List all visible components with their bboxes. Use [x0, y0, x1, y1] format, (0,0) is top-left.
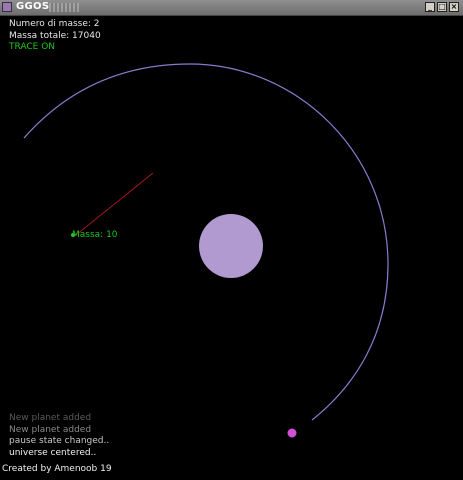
- orbiting-body[interactable]: [287, 428, 297, 438]
- planet-mass-label: Massa: 10: [72, 230, 118, 240]
- mass-count: Numero di masse: 2: [9, 19, 100, 29]
- credits: Created by Amenoob 19: [2, 464, 112, 474]
- minimize-button[interactable]: _: [425, 2, 435, 12]
- event-log: New planet added New planet added pause …: [9, 413, 109, 459]
- app-icon[interactable]: [2, 2, 12, 12]
- velocity-vector: [75, 172, 154, 236]
- simulation-canvas[interactable]: Numero di masse: 2 Massa totale: 17040 T…: [0, 16, 463, 480]
- total-mass: Massa totale: 17040: [9, 31, 101, 41]
- title-bar[interactable]: GGOS _ □ ×: [0, 0, 463, 16]
- log-entry: pause state changed..: [9, 436, 110, 446]
- central-mass[interactable]: [199, 214, 263, 278]
- log-entry: New planet added: [9, 424, 92, 435]
- log-entry: New planet added: [9, 413, 92, 423]
- window-title: GGOS: [16, 1, 50, 12]
- title-decoration: [49, 3, 79, 12]
- scene-svg: [23, 63, 389, 438]
- log-entry: universe centered..: [9, 447, 97, 458]
- close-button[interactable]: ×: [449, 2, 459, 12]
- maximize-button[interactable]: □: [437, 2, 447, 12]
- trace-status: TRACE ON: [9, 42, 56, 52]
